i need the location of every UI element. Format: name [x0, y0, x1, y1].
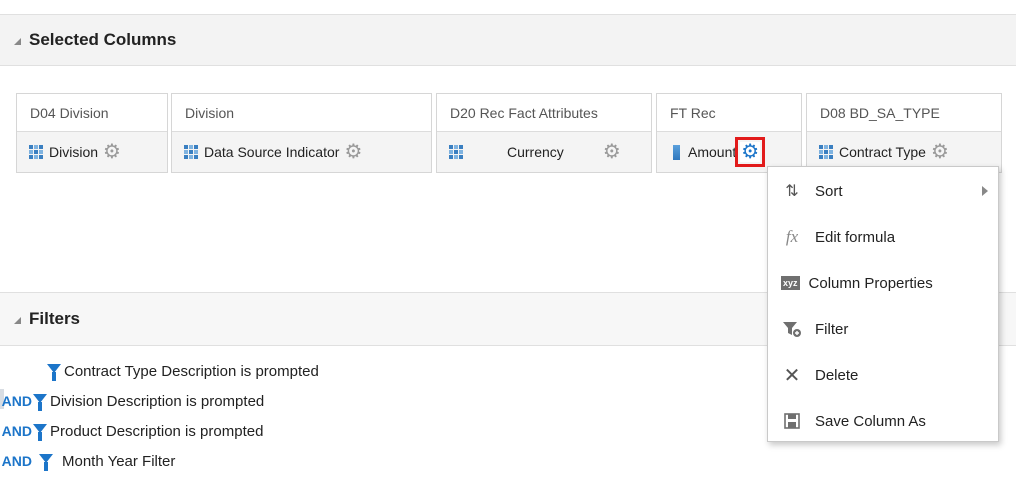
- sort-icon: ⇅: [785, 183, 799, 200]
- add-filter-icon: [781, 320, 803, 338]
- fx-icon: fx: [785, 227, 799, 246]
- gear-icon-selected[interactable]: ⚙: [735, 137, 766, 167]
- selected-columns-header[interactable]: Selected Columns: [0, 14, 1016, 66]
- filters-title: Filters: [29, 309, 81, 328]
- filter-text: Division Description is prompted: [50, 392, 265, 410]
- column-block-d20-rec-fact-attributes: D20 Rec Fact Attributes Currency ⚙: [436, 93, 652, 173]
- column-header: D20 Rec Fact Attributes: [437, 94, 651, 132]
- gear-icon[interactable]: ⚙: [602, 142, 622, 162]
- column-block-d04-division: D04 Division Division ⚙: [16, 93, 168, 173]
- filter-operator: AND: [1, 423, 32, 439]
- column-item[interactable]: Data Source Indicator ⚙: [172, 132, 431, 172]
- column-block-ft-rec: FT Rec Amount ⚙: [656, 93, 802, 173]
- filters-list: Contract Type Description is prompted AN…: [0, 356, 760, 476]
- filter-funnel-icon: [46, 362, 64, 381]
- gear-icon[interactable]: ⚙: [930, 142, 950, 162]
- filter-item[interactable]: Contract Type Description is prompted: [0, 356, 760, 386]
- collapse-triangle-icon[interactable]: [14, 37, 21, 45]
- column-item-label: Data Source Indicator: [204, 144, 340, 160]
- measure-icon: [673, 144, 680, 160]
- column-context-menu: ⇅ Sort fx Edit formula xyz Column Proper…: [767, 166, 999, 442]
- column-item-label: Currency: [507, 144, 564, 160]
- filter-funnel-icon: [32, 422, 50, 441]
- filter-text: Contract Type Description is prompted: [64, 362, 319, 380]
- menu-item-sort[interactable]: ⇅ Sort: [768, 168, 998, 214]
- column-item-label: Contract Type: [839, 144, 926, 160]
- column-header: Division: [172, 94, 431, 132]
- filter-funnel-icon: [32, 392, 50, 411]
- menu-item-label: Column Properties: [808, 274, 933, 292]
- column-header: D04 Division: [17, 94, 167, 132]
- filter-item[interactable]: AND Division Description is prompted: [0, 386, 760, 416]
- delete-icon: ✕: [783, 364, 801, 387]
- filter-text: Product Description is prompted: [50, 422, 264, 440]
- menu-item-label: Delete: [815, 366, 859, 384]
- menu-item-delete[interactable]: ✕ Delete: [768, 352, 998, 398]
- collapse-triangle-icon[interactable]: [14, 316, 21, 324]
- submenu-arrow-icon: [982, 186, 988, 196]
- grid-icon: [29, 145, 43, 159]
- selected-columns-title: Selected Columns: [29, 30, 177, 49]
- column-item-label: Amount: [688, 144, 737, 160]
- filter-funnel-icon: [38, 452, 56, 471]
- column-block-d08-bd-sa-type: D08 BD_SA_TYPE Contract Type ⚙: [806, 93, 1002, 173]
- filter-operator: AND: [1, 453, 32, 469]
- gear-icon[interactable]: ⚙: [343, 142, 363, 162]
- column-item-label: Division: [49, 144, 99, 160]
- column-block-division: Division Data Source Indicator ⚙: [171, 93, 432, 173]
- menu-item-label: Edit formula: [815, 228, 896, 246]
- gear-icon[interactable]: ⚙: [102, 142, 122, 162]
- menu-item-save-column-as[interactable]: Save Column As: [768, 398, 998, 444]
- column-item[interactable]: Division ⚙: [17, 132, 167, 172]
- grid-icon: [184, 145, 198, 159]
- column-item[interactable]: Currency ⚙: [437, 132, 651, 172]
- column-header: D08 BD_SA_TYPE: [807, 94, 1001, 132]
- menu-item-edit-formula[interactable]: fx Edit formula: [768, 214, 998, 260]
- menu-item-label: Sort: [815, 182, 843, 200]
- filter-item[interactable]: AND Product Description is prompted: [0, 416, 760, 446]
- menu-item-column-properties[interactable]: xyz Column Properties: [768, 260, 998, 306]
- menu-item-filter[interactable]: Filter: [768, 306, 998, 352]
- xyz-icon: xyz: [781, 276, 800, 290]
- menu-item-label: Filter: [815, 320, 849, 338]
- menu-item-label: Save Column As: [815, 412, 926, 430]
- grid-icon: [449, 145, 463, 159]
- filter-text: Month Year Filter: [62, 452, 176, 470]
- save-icon: [781, 413, 803, 429]
- filter-item[interactable]: AND Month Year Filter: [0, 446, 760, 476]
- filter-operator: AND: [1, 393, 32, 409]
- grid-icon: [819, 145, 833, 159]
- column-header: FT Rec: [657, 94, 801, 132]
